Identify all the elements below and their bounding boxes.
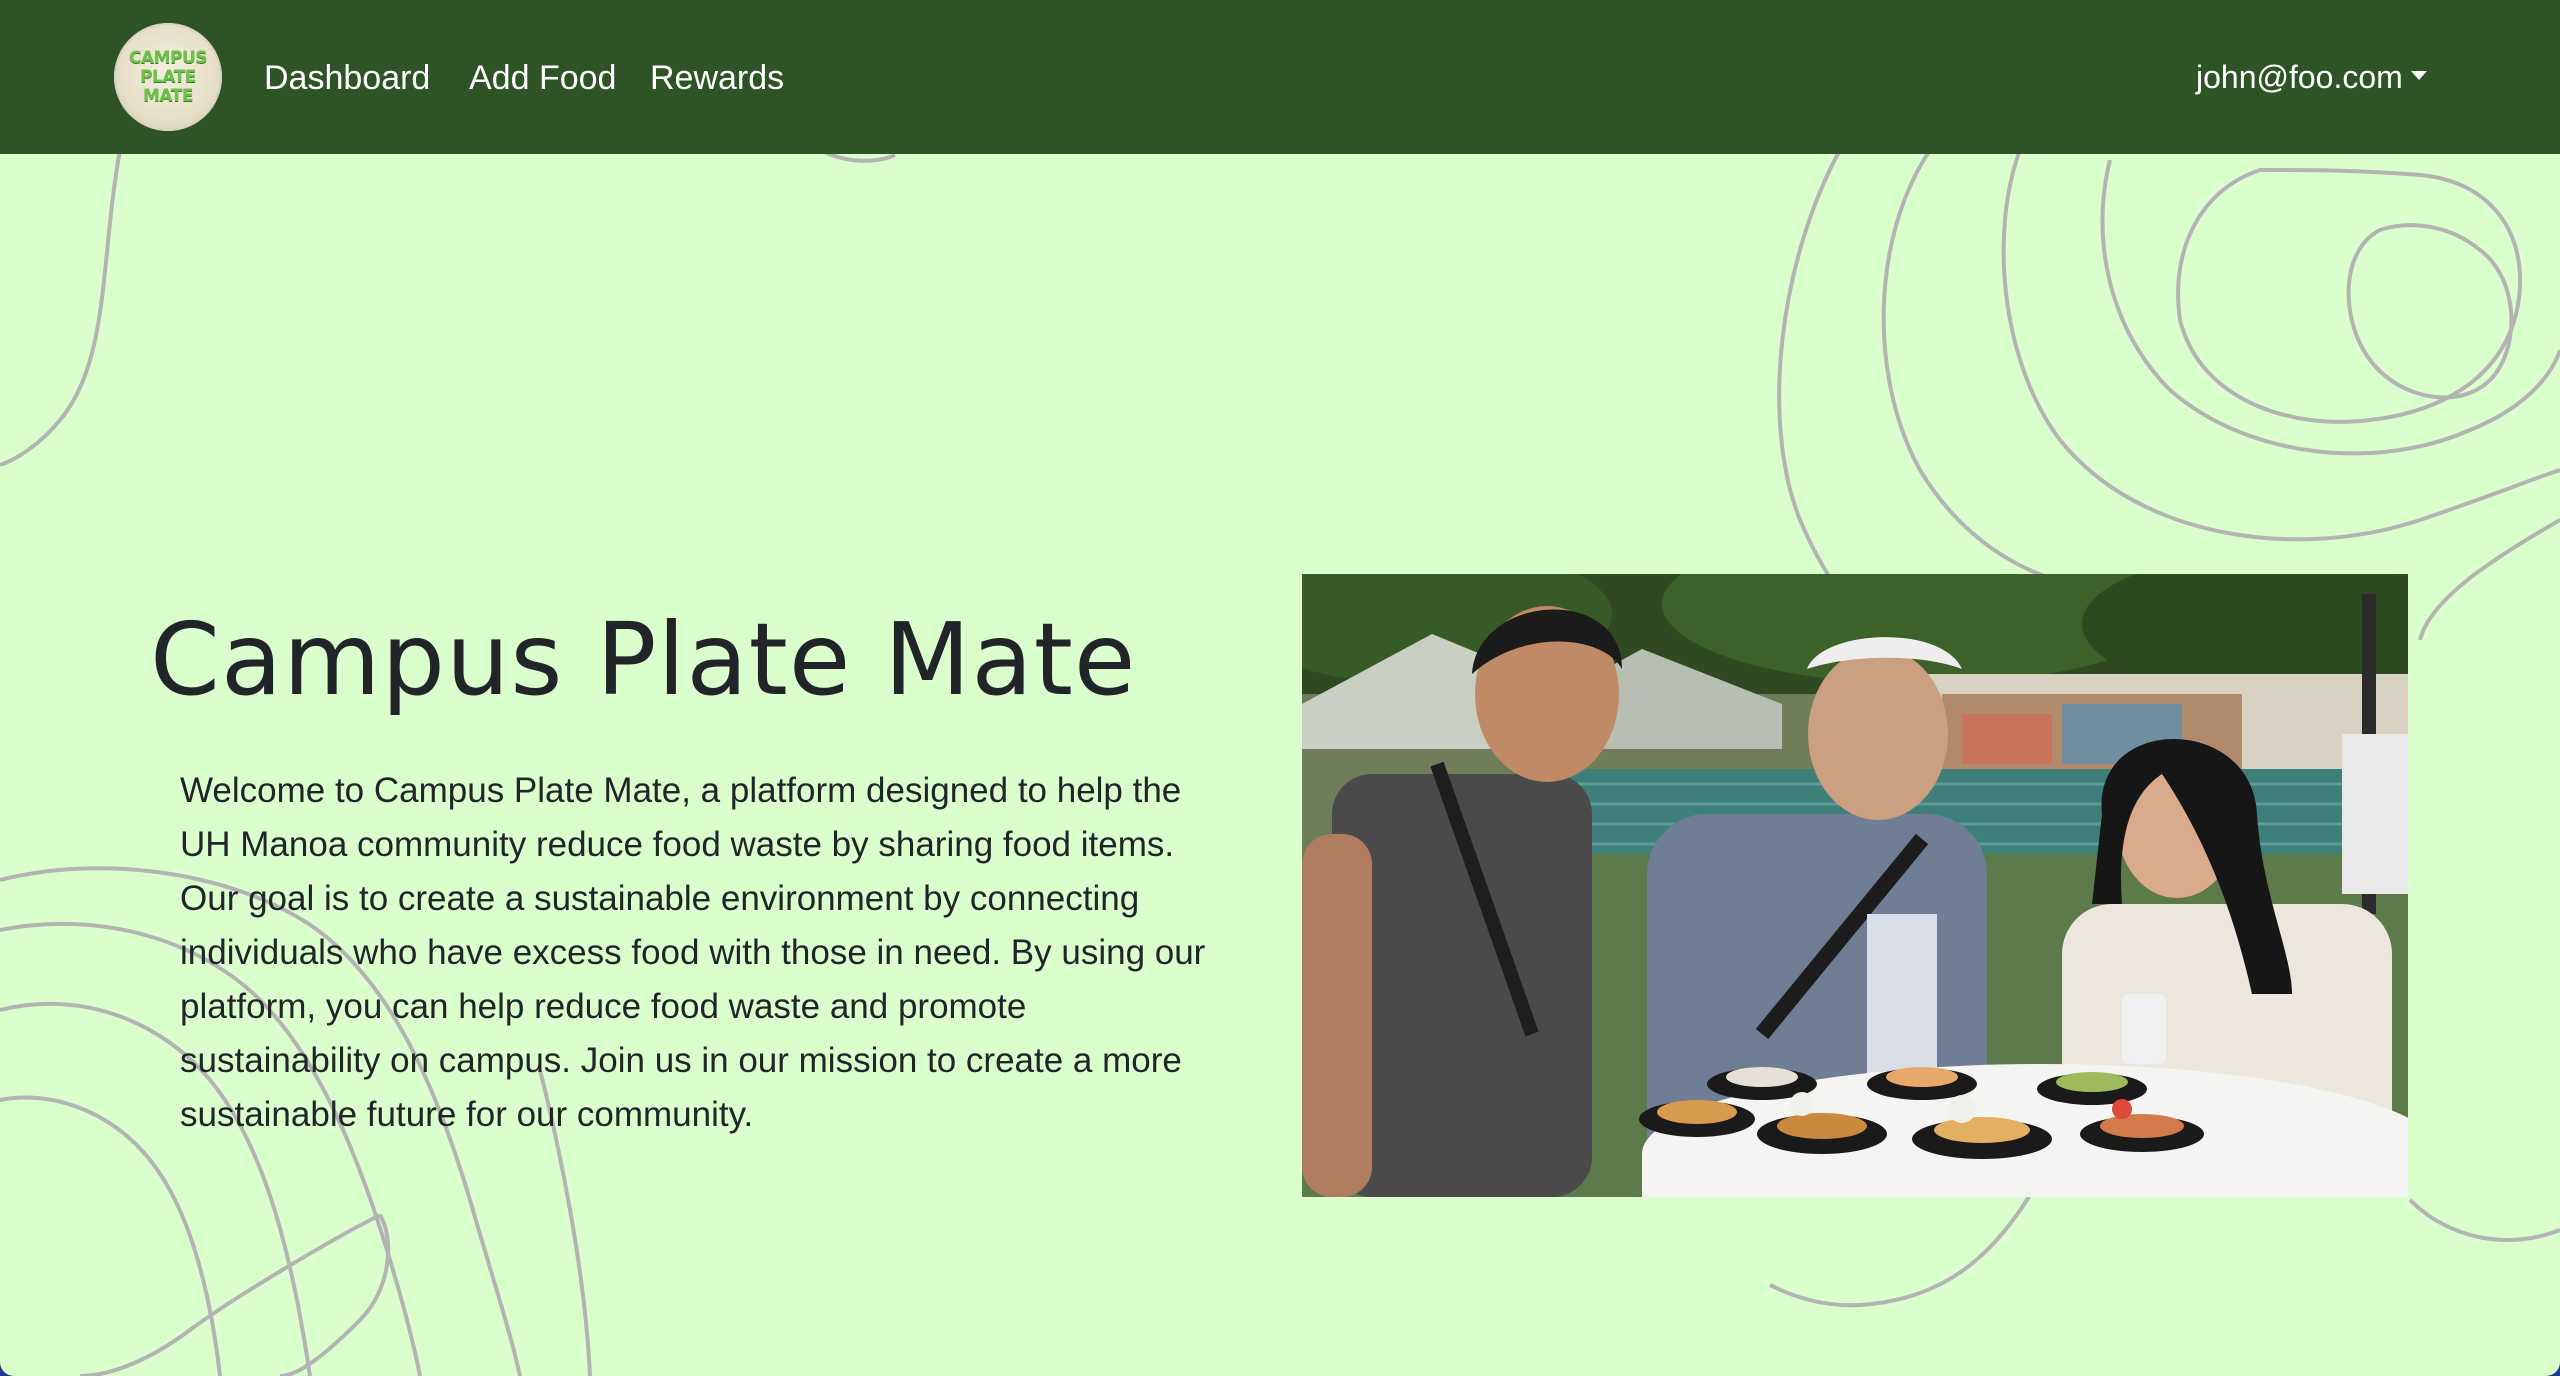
logo-line-3: MATE: [143, 85, 193, 106]
page-title: Campus Plate Mate: [150, 601, 1137, 718]
logo-line-1: CAMPUS: [128, 47, 208, 68]
logo-line-2: PLATE: [140, 66, 196, 87]
user-dropdown-toggle[interactable]: john@foo.com: [2196, 55, 2427, 99]
nav-link-add-food[interactable]: Add Food: [469, 56, 616, 100]
user-email: john@foo.com: [2196, 59, 2403, 95]
landing-page: CAMPUS PLATE MATE Dashboard Add Food Rew…: [0, 0, 2560, 1376]
nav-link-rewards[interactable]: Rewards: [650, 56, 784, 100]
students-food-photo: [1302, 574, 2408, 1197]
caret-down-icon: [2410, 71, 2427, 81]
hero-description: Welcome to Campus Plate Mate, a platform…: [180, 771, 1206, 1134]
nav-link-dashboard[interactable]: Dashboard: [264, 56, 430, 100]
top-navbar: CAMPUS PLATE MATE Dashboard Add Food Rew…: [0, 0, 2560, 154]
campus-plate-mate-logo[interactable]: CAMPUS PLATE MATE: [114, 23, 222, 131]
